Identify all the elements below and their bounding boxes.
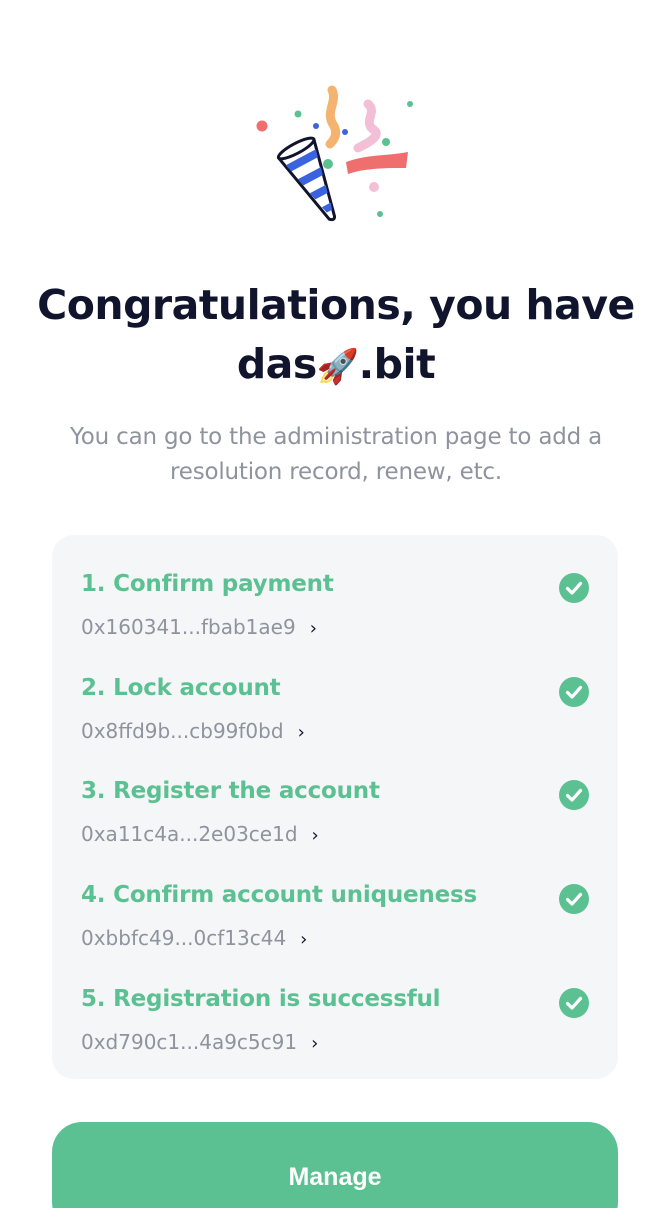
chevron-right-icon: › (309, 618, 317, 639)
chevron-right-icon: › (300, 929, 308, 950)
party-popper-icon (256, 85, 413, 222)
tx-hash: 0xbbfc49...0cf13c44 (81, 926, 287, 950)
tx-hash: 0x160341...fbab1ae9 (81, 615, 296, 639)
tx-hash-link[interactable]: 0xbbfc49...0cf13c44 › (81, 926, 307, 950)
step-confirm-uniqueness: 4. Confirm account uniqueness 0xbbfc49..… (52, 846, 618, 950)
step-label: 4. Confirm account uniqueness (81, 882, 477, 908)
step-confirm-payment: 1. Confirm payment 0x160341...fbab1ae9 › (52, 535, 618, 639)
step-register-account: 3. Register the account 0xa11c4a...2e03c… (52, 742, 618, 846)
step-label: 5. Registration is successful (81, 986, 441, 1012)
registration-steps-card: 1. Confirm payment 0x160341...fbab1ae9 › … (52, 535, 618, 1079)
tx-hash: 0xd790c1...4a9c5c91 (81, 1030, 298, 1054)
tx-hash: 0x8ffd9b...cb99f0bd (81, 719, 284, 743)
chevron-right-icon: › (297, 722, 305, 743)
chevron-right-icon: › (311, 1033, 319, 1054)
tx-hash-link[interactable]: 0x160341...fbab1ae9 › (81, 615, 317, 639)
step-label: 2. Lock account (81, 675, 281, 701)
tx-hash-link[interactable]: 0xd790c1...4a9c5c91 › (81, 1030, 318, 1054)
page-title: Congratulations, you have das🚀.bit (0, 276, 672, 397)
check-circle-icon (559, 573, 589, 603)
account-name: das (236, 340, 317, 388)
page-subtitle: You can go to the administration page to… (69, 424, 603, 485)
registration-success-page: Congratulations, you have das🚀.bit You c… (0, 0, 672, 1208)
step-registration-successful: 5. Registration is successful 0xd790c1..… (52, 950, 618, 1054)
step-label: 3. Register the account (81, 778, 380, 804)
check-circle-icon (559, 780, 589, 810)
step-lock-account: 2. Lock account 0x8ffd9b...cb99f0bd › (52, 639, 618, 743)
chevron-right-icon: › (311, 825, 319, 846)
tx-hash-link[interactable]: 0xa11c4a...2e03ce1d › (81, 822, 319, 846)
title-line-1: Congratulations, you have (37, 281, 635, 329)
check-circle-icon (559, 884, 589, 914)
title-line-2: das🚀.bit (0, 335, 672, 397)
tx-hash-link[interactable]: 0x8ffd9b...cb99f0bd › (81, 719, 305, 743)
step-label: 1. Confirm payment (81, 571, 334, 597)
rocket-emoji-icon: 🚀 (316, 347, 359, 387)
tx-hash: 0xa11c4a...2e03ce1d (81, 822, 298, 846)
account-suffix: .bit (358, 340, 436, 388)
check-circle-icon (559, 677, 589, 707)
check-circle-icon (559, 988, 589, 1018)
manage-button[interactable]: Manage (52, 1122, 618, 1208)
